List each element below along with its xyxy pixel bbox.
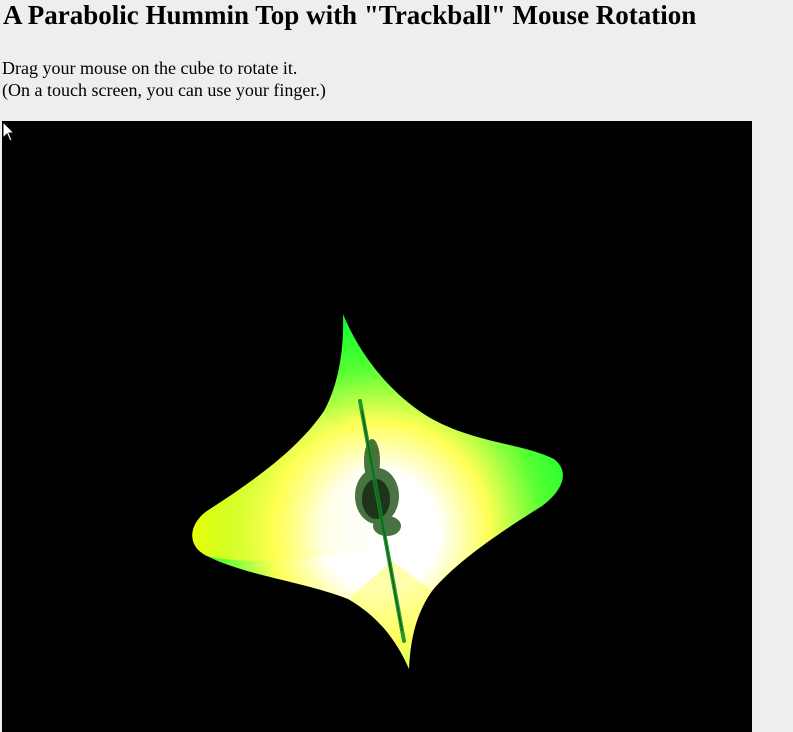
instructions-text: Drag your mouse on the cube to rotate it…	[2, 57, 326, 101]
instruction-line-2: (On a touch screen, you can use your fin…	[2, 80, 326, 100]
webgl-canvas[interactable]	[2, 121, 752, 732]
hummin-top-render	[192, 314, 563, 669]
page-title: A Parabolic Hummin Top with "Trackball" …	[3, 0, 697, 30]
instruction-line-1: Drag your mouse on the cube to rotate it…	[2, 58, 298, 78]
mouse-pointer-icon	[2, 121, 16, 142]
